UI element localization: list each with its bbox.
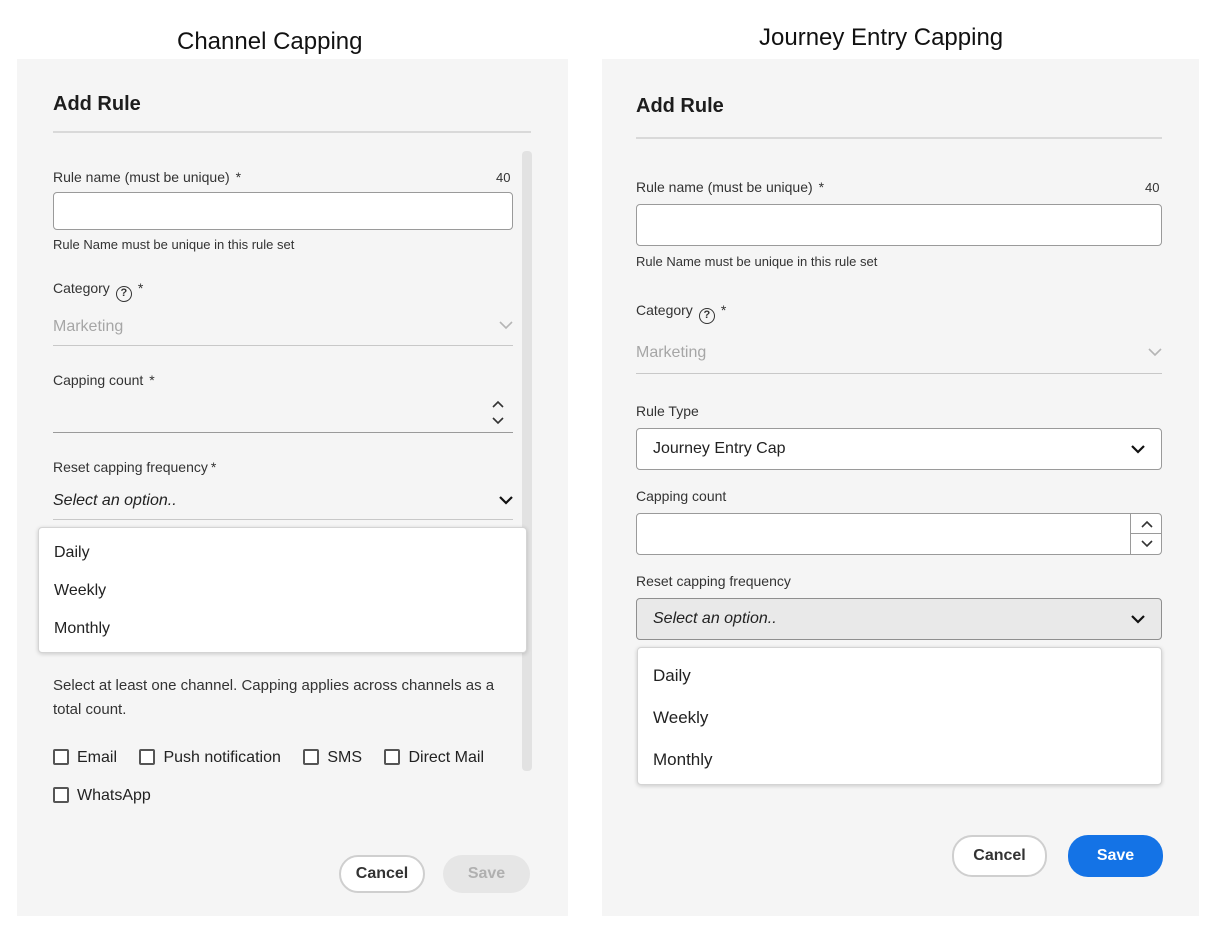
channel-checkbox-whatsapp[interactable]: WhatsApp — [53, 787, 151, 805]
reset-frequency-picker[interactable]: Select an option.. — [636, 598, 1162, 640]
chevron-down-icon — [1131, 445, 1145, 454]
channel-label: WhatsApp — [77, 787, 151, 804]
category-label-row: Category? * — [53, 280, 143, 302]
chevron-down-icon — [499, 496, 513, 505]
chevron-down-icon — [499, 321, 513, 330]
rule-name-label-row: Rule name (must be unique) * — [636, 179, 824, 195]
rule-name-label: Rule name (must be unique) — [636, 179, 813, 195]
channel-help-text: Select at least one channel. Capping app… — [53, 677, 495, 718]
help-icon[interactable]: ? — [698, 308, 715, 324]
rule-type-picker[interactable]: Journey Entry Cap — [636, 428, 1162, 470]
rule-type-value: Journey Entry Cap — [653, 440, 786, 457]
cancel-button[interactable]: Cancel — [339, 855, 425, 893]
channel-checkbox-sms[interactable]: SMS — [303, 749, 362, 767]
required-mark: * — [818, 179, 825, 195]
channel-label: Push notification — [163, 749, 281, 766]
menu-item-weekly[interactable]: Weekly — [54, 582, 106, 600]
menu-item-weekly[interactable]: Weekly — [653, 708, 708, 728]
category-label: Category — [636, 302, 693, 318]
dialog-title: Add Rule — [636, 95, 724, 117]
frequency-dropdown-menu: Daily Weekly Monthly — [637, 647, 1162, 785]
stepper-increment-button[interactable] — [1131, 514, 1162, 534]
title-divider — [636, 137, 1162, 139]
channel-capping-caption: Channel Capping — [177, 28, 363, 55]
frequency-dropdown-menu: Daily Weekly Monthly — [38, 527, 527, 653]
reset-frequency-label: Reset capping frequency — [53, 459, 208, 475]
capping-count-input[interactable] — [53, 432, 513, 433]
channel-checkbox-email[interactable]: Email — [53, 749, 117, 767]
journey-entry-capping-caption: Journey Entry Capping — [759, 24, 1004, 51]
save-button[interactable]: Save — [1068, 835, 1163, 877]
checkbox-icon[interactable] — [53, 749, 69, 765]
channel-label: Direct Mail — [408, 749, 485, 766]
rule-name-help-text: Rule Name must be unique in this rule se… — [636, 254, 878, 269]
category-picker-value[interactable]: Marketing — [636, 344, 706, 362]
rule-name-help-text: Rule Name must be unique in this rule se… — [53, 237, 295, 252]
rule-name-label: Rule name (must be unique) — [53, 169, 230, 185]
dialog-title: Add Rule — [53, 93, 141, 115]
help-icon[interactable]: ? — [115, 286, 132, 302]
chevron-up-icon — [1141, 520, 1153, 528]
checkbox-icon[interactable] — [139, 749, 156, 765]
channel-checkbox-row-2: WhatsApp — [53, 787, 169, 805]
chevron-down-icon — [1131, 615, 1145, 624]
capping-count-label: Capping count — [636, 488, 727, 504]
checkbox-icon[interactable] — [53, 787, 69, 803]
category-underline — [53, 345, 513, 346]
rule-name-input[interactable] — [636, 204, 1162, 246]
required-mark: * — [210, 459, 217, 475]
category-label-row: Category? * — [636, 302, 726, 324]
channel-checkbox-row: Email Push notification SMS Direct Mail — [53, 749, 484, 767]
channel-checkbox-push[interactable]: Push notification — [139, 749, 281, 767]
character-counter: 40 — [496, 170, 511, 185]
capping-count-input[interactable] — [636, 513, 1162, 555]
checkbox-icon[interactable] — [384, 749, 401, 765]
stepper-increment-icon[interactable] — [492, 400, 504, 408]
reset-frequency-picker[interactable]: Select an option.. — [53, 492, 177, 510]
checkbox-icon[interactable] — [303, 749, 320, 765]
capping-count-stepper — [1130, 514, 1162, 554]
rule-type-label: Rule Type — [636, 403, 699, 419]
channel-label: Email — [77, 749, 118, 766]
menu-item-daily[interactable]: Daily — [54, 544, 90, 562]
reset-frequency-label-row: Reset capping frequency * — [53, 459, 216, 475]
capping-count-label-row: Capping count * — [53, 372, 155, 388]
character-counter: 40 — [1145, 180, 1160, 195]
category-label: Category — [53, 280, 110, 296]
save-button[interactable]: Save — [443, 855, 530, 893]
stepper-decrement-icon[interactable] — [492, 417, 504, 425]
channel-capping-dialog: Add Rule Rule name (must be unique) * 40 … — [17, 59, 568, 916]
rule-name-input[interactable] — [53, 192, 513, 230]
rule-name-label-row: Rule name (must be unique) * — [53, 169, 241, 185]
chevron-down-icon — [1141, 540, 1153, 548]
menu-item-monthly[interactable]: Monthly — [653, 750, 713, 770]
menu-item-daily[interactable]: Daily — [653, 666, 691, 686]
reset-frequency-underline — [53, 519, 513, 520]
required-mark: * — [149, 372, 155, 388]
category-picker-value[interactable]: Marketing — [53, 318, 123, 336]
capping-count-label: Capping count — [53, 372, 144, 388]
reset-frequency-label: Reset capping frequency — [636, 573, 791, 589]
stepper-decrement-button[interactable] — [1131, 534, 1162, 554]
channel-label: SMS — [327, 749, 362, 766]
scrollbar[interactable] — [522, 151, 532, 771]
category-underline — [636, 373, 1162, 374]
journey-entry-capping-dialog: Add Rule Rule name (must be unique) * 40 … — [602, 59, 1199, 916]
required-mark: * — [235, 169, 242, 185]
menu-item-monthly[interactable]: Monthly — [54, 620, 110, 638]
reset-frequency-placeholder: Select an option.. — [653, 610, 777, 627]
cancel-button[interactable]: Cancel — [952, 835, 1047, 877]
chevron-down-icon — [1148, 348, 1162, 357]
required-mark: * — [720, 302, 727, 318]
title-divider — [53, 131, 531, 133]
channel-checkbox-direct-mail[interactable]: Direct Mail — [384, 749, 484, 767]
required-mark: * — [137, 280, 144, 296]
